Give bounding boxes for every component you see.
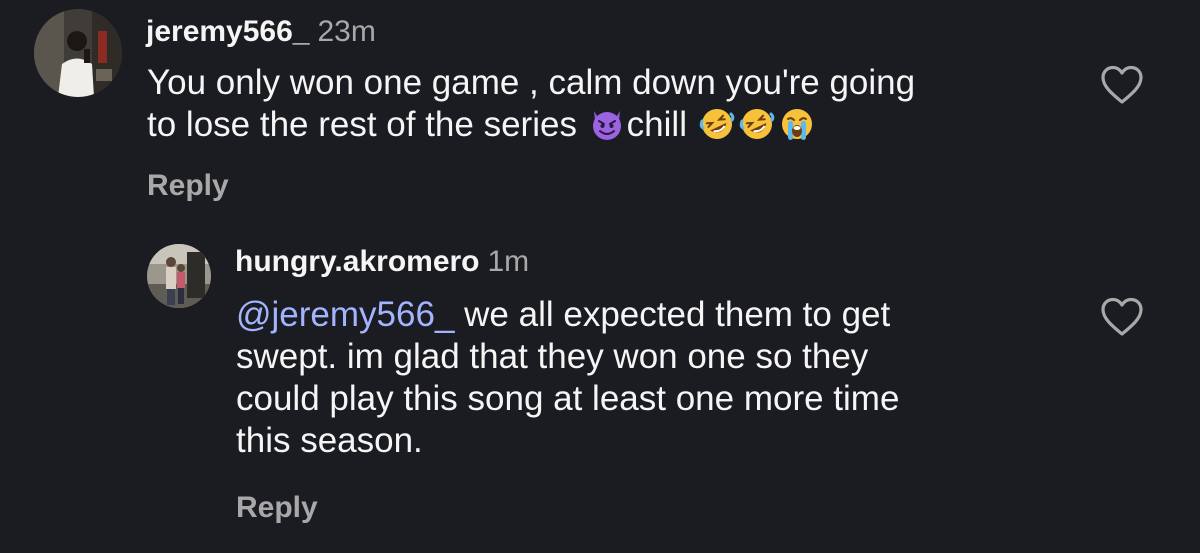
reply-text-line: this season. bbox=[236, 421, 423, 460]
reply-text: @jeremy566_ we all expected them to get … bbox=[236, 294, 1086, 462]
avatar-jeremy566[interactable] bbox=[34, 9, 122, 97]
heart-outline-icon bbox=[1101, 65, 1143, 104]
reply-text-line: swept. im glad that they won one so they bbox=[236, 337, 869, 376]
comment-text: You only won one game , calm down you're… bbox=[147, 62, 1087, 146]
like-button[interactable] bbox=[1099, 296, 1145, 338]
avatar-photo-hungry-akromero bbox=[147, 244, 211, 308]
comment-text-line: to lose the rest of the series chill bbox=[147, 104, 1087, 146]
comment-text-line: You only won one game , calm down you're… bbox=[147, 63, 916, 102]
username[interactable]: hungry.akromero bbox=[235, 245, 480, 278]
loudly-crying-face-icon bbox=[781, 109, 812, 140]
smiling-face-with-horns-icon bbox=[592, 111, 621, 140]
reply-hungry-akromero: hungry.akromero 1m @jeremy566_ we all exp… bbox=[0, 220, 1200, 553]
comment-header: jeremy566_ 23m bbox=[146, 14, 376, 50]
reply-header: hungry.akromero 1m bbox=[235, 244, 529, 280]
avatar-hungry-akromero[interactable] bbox=[147, 244, 211, 308]
rolling-on-floor-laughing-icon bbox=[699, 109, 734, 139]
heart-outline-icon bbox=[1101, 297, 1143, 336]
reply-button[interactable]: Reply bbox=[236, 490, 318, 526]
mention-link[interactable]: @jeremy566_ bbox=[236, 295, 454, 334]
timestamp: 1m bbox=[487, 245, 530, 278]
like-button[interactable] bbox=[1099, 64, 1145, 106]
avatar-photo-jeremy566 bbox=[34, 9, 122, 97]
username[interactable]: jeremy566_ bbox=[146, 15, 309, 48]
reply-text-line: @jeremy566_ we all expected them to get bbox=[236, 295, 891, 334]
rolling-on-floor-laughing-icon bbox=[739, 109, 774, 139]
reply-text-line: could play this song at least one more t… bbox=[236, 379, 900, 418]
reply-button[interactable]: Reply bbox=[147, 168, 229, 204]
timestamp: 23m bbox=[317, 15, 376, 48]
comment-jeremy566: jeremy566_ 23m You only won one game , ca… bbox=[0, 0, 1200, 220]
